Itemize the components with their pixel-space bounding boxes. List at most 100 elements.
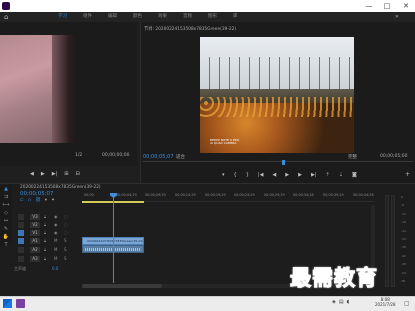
source-patch-toggle[interactable] <box>18 230 24 236</box>
source-overwrite-icon[interactable]: ⊟ <box>75 171 79 177</box>
track-header-v1[interactable]: V1 🔒︎ ◉ ◌ <box>14 229 80 237</box>
program-fit-dropdown[interactable]: 适合 <box>176 154 185 160</box>
master-track-label: 主声道 <box>14 266 26 271</box>
ripple-edit-icon[interactable]: ⟷ <box>0 201 12 209</box>
lock-icon[interactable]: 🔒︎ <box>44 229 46 237</box>
play-icon[interactable]: ▶ <box>285 171 289 179</box>
sync-lock-icon[interactable]: ◌ <box>64 229 68 237</box>
source-patch-toggle[interactable] <box>18 247 24 253</box>
solo-icon[interactable]: S <box>64 237 67 245</box>
step-back-icon[interactable]: ◀ <box>272 171 276 179</box>
program-scrub-bar[interactable] <box>143 161 413 166</box>
visibility-icon[interactable]: ◉ <box>54 213 58 221</box>
track-header-a1[interactable]: A1 🔒︎ M S <box>14 237 80 245</box>
track-label[interactable]: V3 <box>30 214 40 220</box>
track-header-a3[interactable]: A3 🔒︎ M S <box>14 255 80 263</box>
source-patch-toggle[interactable] <box>18 238 24 244</box>
add-marker-icon[interactable]: ▾ <box>45 198 47 203</box>
network-icon[interactable]: ▤ <box>339 299 344 305</box>
timeline-tab[interactable]: 20200224153508x7835Green(39-22) <box>20 185 101 190</box>
lock-icon[interactable]: 🔒︎ <box>44 255 46 263</box>
workspace-tab[interactable]: 图形 <box>200 12 225 22</box>
lock-icon[interactable]: 🔒︎ <box>44 246 46 254</box>
track-header-v2[interactable]: V2 🔒︎ ◉ ◌ <box>14 221 80 229</box>
track-label[interactable]: A3 <box>30 256 40 262</box>
mute-icon[interactable]: M <box>54 237 57 245</box>
source-step-forward-icon[interactable]: ▶| <box>52 171 58 177</box>
workspace-tab[interactable]: 编辑 <box>100 12 125 22</box>
snap-icon[interactable]: ∩ <box>28 198 31 203</box>
scrollbar-thumb[interactable] <box>82 284 162 288</box>
source-patch-toggle[interactable] <box>18 222 24 228</box>
lift-icon[interactable]: ⇡ <box>326 171 330 179</box>
in-point-icon[interactable]: { <box>234 171 237 179</box>
close-button[interactable]: ✕ <box>400 0 412 12</box>
workspace-overflow-icon[interactable]: » <box>395 13 399 20</box>
master-volume-value[interactable]: 0.0 <box>52 266 58 271</box>
track-label[interactable]: A1 <box>30 238 40 244</box>
type-icon[interactable]: T <box>0 241 12 249</box>
selection-tool-icon[interactable]: ▲ <box>0 185 12 193</box>
mute-icon[interactable]: M <box>54 246 57 254</box>
export-frame-icon[interactable]: ◙ <box>352 171 357 179</box>
sync-lock-icon[interactable]: ◌ <box>64 221 68 229</box>
source-insert-icon[interactable]: ⊞ <box>64 171 68 177</box>
extract-icon[interactable]: ⇣ <box>339 171 343 179</box>
solo-icon[interactable]: S <box>64 246 67 254</box>
windows-start-icon[interactable] <box>3 299 12 308</box>
source-page-fraction[interactable]: 1/2 <box>75 153 82 158</box>
slip-icon[interactable]: ↔ <box>0 217 12 225</box>
program-monitor-tab[interactable]: 节目: 20200224153508x7835Green(39-22) <box>144 26 236 32</box>
ruler-tick-label: 00;00 <box>84 193 94 197</box>
razor-icon[interactable]: ◇ <box>0 209 12 217</box>
solo-icon[interactable]: S <box>64 255 67 263</box>
minimize-button[interactable]: — <box>363 0 375 12</box>
workspace-tab[interactable]: 音频 <box>175 12 200 22</box>
add-button-icon[interactable]: + <box>405 171 410 178</box>
track-label[interactable]: V2 <box>30 222 40 228</box>
program-playhead[interactable] <box>282 160 285 165</box>
settings-icon[interactable]: ✦ <box>51 198 55 203</box>
lock-icon[interactable]: 🔒︎ <box>44 221 46 229</box>
marker-icon[interactable]: ▾ <box>222 171 225 179</box>
lock-icon[interactable]: 🔒︎ <box>44 213 46 221</box>
maximize-button[interactable]: □ <box>381 0 393 12</box>
nest-icon[interactable]: ⊏ <box>20 198 24 203</box>
track-select-icon[interactable]: ⇉ <box>0 193 12 201</box>
track-label[interactable]: A2 <box>30 247 40 253</box>
linked-icon[interactable]: ⛓ <box>35 198 41 203</box>
taskbar-premiere-icon[interactable] <box>16 299 25 308</box>
home-icon[interactable]: ⌂ <box>4 13 8 21</box>
source-patch-toggle[interactable] <box>18 214 24 220</box>
visibility-icon[interactable]: ◉ <box>54 221 58 229</box>
lock-icon[interactable]: 🔒︎ <box>44 237 46 245</box>
timeline-timecode[interactable]: 00;00;05;07 <box>20 191 54 197</box>
workspace-tab[interactable]: 组件 <box>75 12 100 22</box>
notification-icon[interactable]: ▢ <box>404 300 410 307</box>
workspace-tabs: 学习 组件 编辑 颜色 效果 音频 图形库 <box>50 12 246 22</box>
track-header-a2[interactable]: A2 🔒︎ M S <box>14 246 80 254</box>
out-point-icon[interactable]: } <box>246 171 249 179</box>
workspace-tab[interactable]: 库 <box>225 12 246 22</box>
visibility-icon[interactable]: ◉ <box>54 229 58 237</box>
pen-icon[interactable]: ✎ <box>0 225 12 233</box>
go-to-out-icon[interactable]: ▶| <box>311 171 317 179</box>
track-header-v3[interactable]: V3 🔒︎ ◉ ◌ <box>14 213 80 221</box>
workspace-tab[interactable]: 学习 <box>50 12 75 22</box>
hand-icon[interactable]: ✋ <box>0 233 12 241</box>
volume-icon[interactable]: ◖ <box>347 299 350 305</box>
source-step-back-icon[interactable]: ◀ <box>30 171 34 177</box>
source-patch-toggle[interactable] <box>18 256 24 262</box>
sync-lock-icon[interactable]: ◌ <box>64 213 68 221</box>
program-timecode[interactable]: 00;00;05;07 <box>143 154 174 160</box>
shield-icon[interactable]: ◈ <box>332 299 336 305</box>
track-label[interactable]: V1 <box>30 230 40 236</box>
program-quality-dropdown[interactable]: 完整 <box>348 154 357 160</box>
workspace-tab[interactable]: 效果 <box>150 12 175 22</box>
workspace-tab[interactable]: 颜色 <box>125 12 150 22</box>
mute-icon[interactable]: M <box>54 255 57 263</box>
go-to-in-icon[interactable]: |◀ <box>258 171 264 179</box>
program-duration: 00;00;05;00 <box>380 154 408 159</box>
source-play-icon[interactable]: ▶ <box>41 171 45 177</box>
step-forward-icon[interactable]: ▶ <box>298 171 302 179</box>
